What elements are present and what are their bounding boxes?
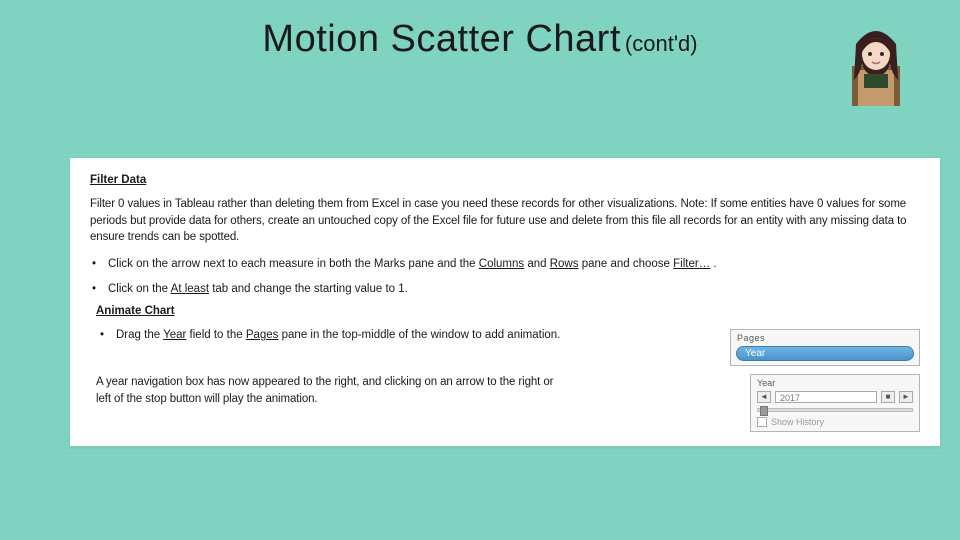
pages-pane-title: Pages: [731, 330, 919, 345]
text: pane in the top-middle of the window to …: [278, 329, 560, 341]
content-card: Filter Data Filter 0 values in Tableau r…: [70, 158, 940, 446]
filter-label: Filter…: [673, 258, 710, 270]
show-history-label: Show History: [771, 417, 824, 427]
year-slider[interactable]: [757, 408, 913, 412]
pages-pane-widget: Pages Year: [730, 329, 920, 366]
page-title: Motion Scatter Chart: [262, 18, 620, 60]
year-nav-widget: Year ◄ 2017 ■ ► Show History: [750, 374, 920, 432]
year-next-button[interactable]: ►: [899, 391, 913, 403]
filter-data-paragraph: Filter 0 values in Tableau rather than d…: [90, 196, 920, 246]
text: Drag the: [116, 329, 163, 341]
bullet-filter-2: • Click on the At least tab and change t…: [90, 281, 920, 298]
bullet-filter-1: • Click on the arrow next to each measur…: [90, 256, 920, 273]
bullet-icon: •: [90, 281, 108, 298]
text: Click on the: [108, 283, 171, 295]
year-nav-title: Year: [751, 375, 919, 389]
show-history-checkbox[interactable]: [757, 417, 767, 427]
text: tab and change the starting value to 1.: [209, 283, 408, 295]
page-title-suffix: (cont'd): [625, 31, 698, 56]
animate-chart-heading: Animate Chart: [96, 305, 920, 317]
rows-label: Rows: [550, 258, 579, 270]
text: and: [524, 258, 550, 270]
bullet-icon: •: [90, 256, 108, 273]
pages-label: Pages: [246, 329, 279, 341]
text: .: [710, 258, 716, 270]
filter-data-heading: Filter Data: [90, 174, 920, 186]
bullet-icon: •: [98, 327, 116, 344]
text: pane and choose: [579, 258, 674, 270]
year-pill[interactable]: Year: [736, 346, 914, 361]
year-stop-button[interactable]: ■: [881, 391, 895, 403]
year-label: Year: [163, 329, 186, 341]
year-prev-button[interactable]: ◄: [757, 391, 771, 403]
text: field to the: [186, 329, 245, 341]
bullet-animate-1: • Drag the Year field to the Pages pane …: [90, 327, 718, 344]
year-value: 2017: [775, 391, 877, 403]
columns-label: Columns: [479, 258, 524, 270]
text: Click on the arrow next to each measure …: [108, 258, 479, 270]
at-least-label: At least: [171, 283, 209, 295]
year-nav-note: A year navigation box has now appeared t…: [96, 374, 556, 407]
avatar: [846, 24, 906, 106]
